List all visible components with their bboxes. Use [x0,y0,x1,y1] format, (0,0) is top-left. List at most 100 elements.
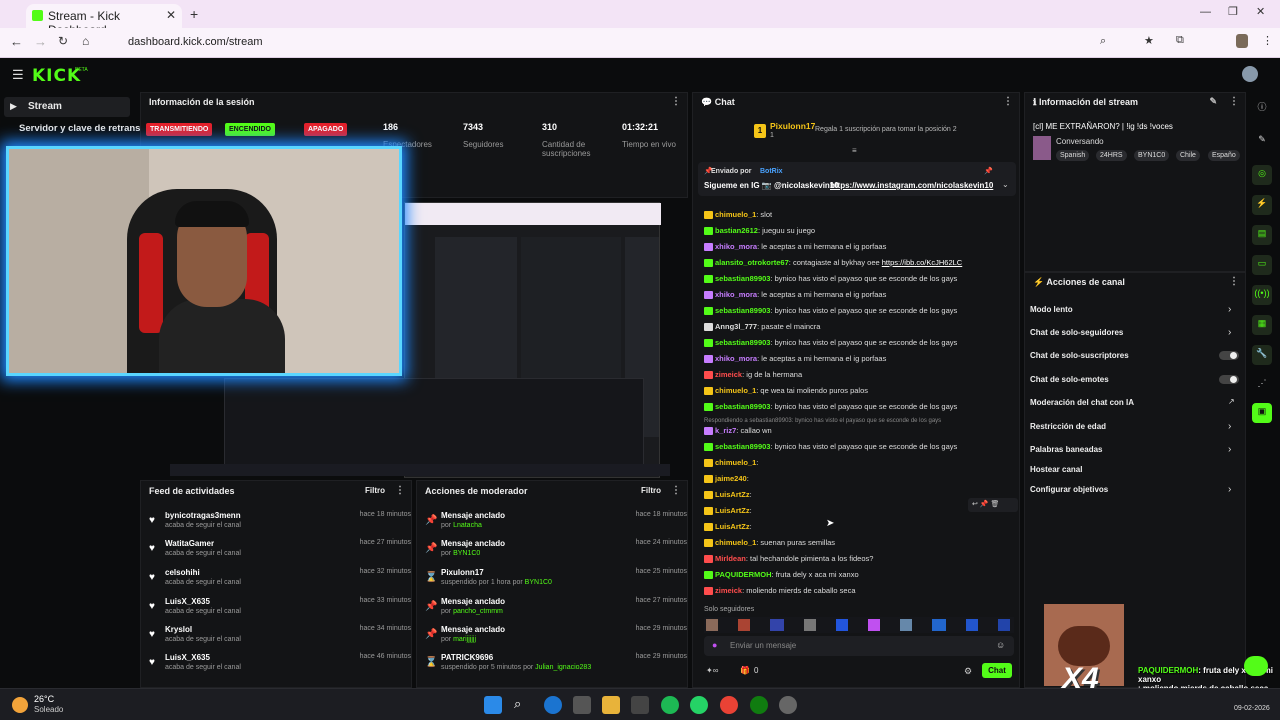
chat-message[interactable]: PAQUIDERMOH: fruta dely x aca mi xanxo [704,570,859,584]
chat-message[interactable]: LuisArtZz: [704,490,752,504]
action-banned-words[interactable]: Palabras baneadas [1030,445,1102,454]
search-icon[interactable]: ⌕ [514,696,532,714]
channel-points-icon[interactable]: ✦∞ [706,666,718,675]
emote[interactable] [932,619,946,631]
top-gifter-name[interactable]: Pixulonn17 [770,121,815,131]
maximize-icon[interactable]: ❐ [1228,5,1238,18]
extensions-icon[interactable]: ⧉ [1176,34,1184,47]
info-icon[interactable]: ⓘ [1252,97,1272,117]
chat-username[interactable]: sebastian89903 [715,338,770,347]
chevron-right-icon[interactable]: › [1228,421,1231,432]
chat-username[interactable]: zimeick [715,586,742,595]
chat-message[interactable]: sebastian89903: bynico has visto el paya… [704,442,957,456]
bot-name[interactable]: BotRix [760,168,783,175]
taskbar-date[interactable]: 09-02-2026 [1234,705,1270,712]
chat-message[interactable]: sebastian89903: bynico has visto el paya… [704,274,957,288]
chat-message[interactable]: alansito_otrokorte67: contagiaste al byk… [704,258,962,272]
user-avatar[interactable] [1242,66,1258,82]
store-icon[interactable] [573,696,591,714]
app-icon[interactable] [779,696,797,714]
emote[interactable] [998,619,1010,631]
back-icon[interactable]: ← [10,34,23,49]
zoom-icon[interactable]: ⌕ [1100,35,1106,48]
action-followers-only[interactable]: Chat de solo-seguidores [1030,328,1123,337]
delete-icon[interactable]: 🗑 [991,501,1000,508]
chat-username[interactable]: chimuelo_1 [715,538,756,547]
temperature[interactable]: 26°C [34,694,54,704]
kick-logo[interactable]: KICK [32,66,81,86]
bookmark-star-icon[interactable]: ★ [1144,34,1154,47]
more-options-icon[interactable]: ⋮ [1229,96,1239,107]
chat-message[interactable]: sebastian89903: bynico has visto el paya… [704,402,957,416]
chat-username[interactable]: Anng3l_777 [715,322,757,331]
emote[interactable] [868,619,880,631]
chat-message[interactable]: chimuelo_1: [704,458,758,472]
chat-message[interactable]: jaime240: [704,474,749,488]
chat-message[interactable]: k_riz7: callao wn [704,426,772,440]
subs-only-toggle[interactable] [1219,351,1239,360]
chat-bubble-icon[interactable]: ▭ [1252,255,1272,275]
emote[interactable] [966,619,978,631]
more-options-icon[interactable]: ⋮ [1003,96,1013,107]
chat-username[interactable]: chimuelo_1 [715,458,756,467]
mic-icon[interactable]: ● [712,640,717,650]
edit-icon[interactable]: ✎ [1209,96,1217,107]
tag[interactable]: 24HRS [1096,150,1127,161]
gift-icon[interactable]: 🎁 [740,666,750,675]
action-emotes-only[interactable]: Chat de solo-emotes [1030,375,1109,384]
emoji-icon[interactable]: ☺ [996,640,1005,650]
chat-message[interactable]: xhiko_mora: le aceptas a mi hermana el i… [704,242,886,256]
unpin-icon[interactable]: 📌 [984,167,993,175]
chat-username[interactable]: PAQUIDERMOH [715,570,772,579]
whatsapp-icon[interactable] [690,696,708,714]
chat-username[interactable]: jaime240 [715,474,747,483]
more-options-icon[interactable]: ⋮ [671,96,681,107]
chat-link[interactable]: https://ibb.co/KcJH62LC [882,258,962,267]
collapse-icon[interactable]: ≡ [852,146,857,155]
sidebar-item-stream[interactable]: ▶ Stream [4,97,130,117]
chat-username[interactable]: xhiko_mora [715,354,757,363]
send-chat-button[interactable]: Chat [982,663,1012,678]
spotify-icon[interactable] [661,696,679,714]
chat-username[interactable]: k_riz7 [715,426,736,435]
chat-username[interactable]: sebastian89903 [715,402,770,411]
chat-message[interactable]: Mirldean: tal hechandole pimienta a los … [704,554,873,568]
chat-message[interactable]: sebastian89903: bynico has visto el paya… [704,306,957,320]
app-icon[interactable] [631,696,649,714]
chat-message[interactable]: bastian2612: jueguu su juego [704,226,815,240]
reply-icon[interactable]: ↩ [972,501,978,508]
windows-start-icon[interactable] [484,696,502,714]
chat-message[interactable]: sebastian89903: bynico has visto el paya… [704,338,957,352]
chat-message[interactable]: LuisArtZz: [704,506,752,520]
emote[interactable] [836,619,848,631]
mod-filter-button[interactable]: Filtro [641,486,661,495]
home-icon[interactable]: ⌂ [82,34,89,48]
minimize-icon[interactable]: — [1200,6,1211,18]
external-link-icon[interactable]: ↗ [1228,397,1235,406]
hamburger-menu-icon[interactable]: ☰ [12,67,24,83]
chat-username[interactable]: xhiko_mora [715,290,757,299]
chevron-right-icon[interactable]: › [1228,327,1231,338]
chat-message[interactable]: LuisArtZz: [704,522,752,536]
emote[interactable] [900,619,912,631]
browser-menu-icon[interactable]: ⋮ [1262,34,1273,47]
action-ai-moderation[interactable]: Moderación del chat con IA [1030,398,1134,407]
emote[interactable] [706,619,718,631]
pinned-link[interactable]: https://www.instagram.com/nicolaskevin10 [830,181,993,190]
profile-avatar[interactable] [1236,34,1248,48]
pin-icon[interactable]: 📌 [980,501,989,508]
emote[interactable] [770,619,784,631]
gift-sub-prompt[interactable]: Regala 1 suscripción para tomar la posic… [815,126,957,133]
action-goals[interactable]: Configurar objetivos [1030,485,1108,494]
book-icon[interactable]: ▤ [1252,225,1272,245]
emote[interactable] [738,619,750,631]
chevron-right-icon[interactable]: › [1228,304,1231,315]
new-tab-icon[interactable]: + [190,6,198,22]
chat-username[interactable]: LuisArtZz [715,490,750,499]
edge-icon[interactable] [544,696,562,714]
lightning-icon[interactable]: ⚡ [1252,195,1272,215]
action-slow-mode[interactable]: Modo lento [1030,305,1073,314]
chevron-down-icon[interactable]: ⌄ [1002,180,1009,189]
chat-message[interactable]: chimuelo_1: suenan puras semillas [704,538,835,552]
emotes-only-toggle[interactable] [1219,375,1239,384]
